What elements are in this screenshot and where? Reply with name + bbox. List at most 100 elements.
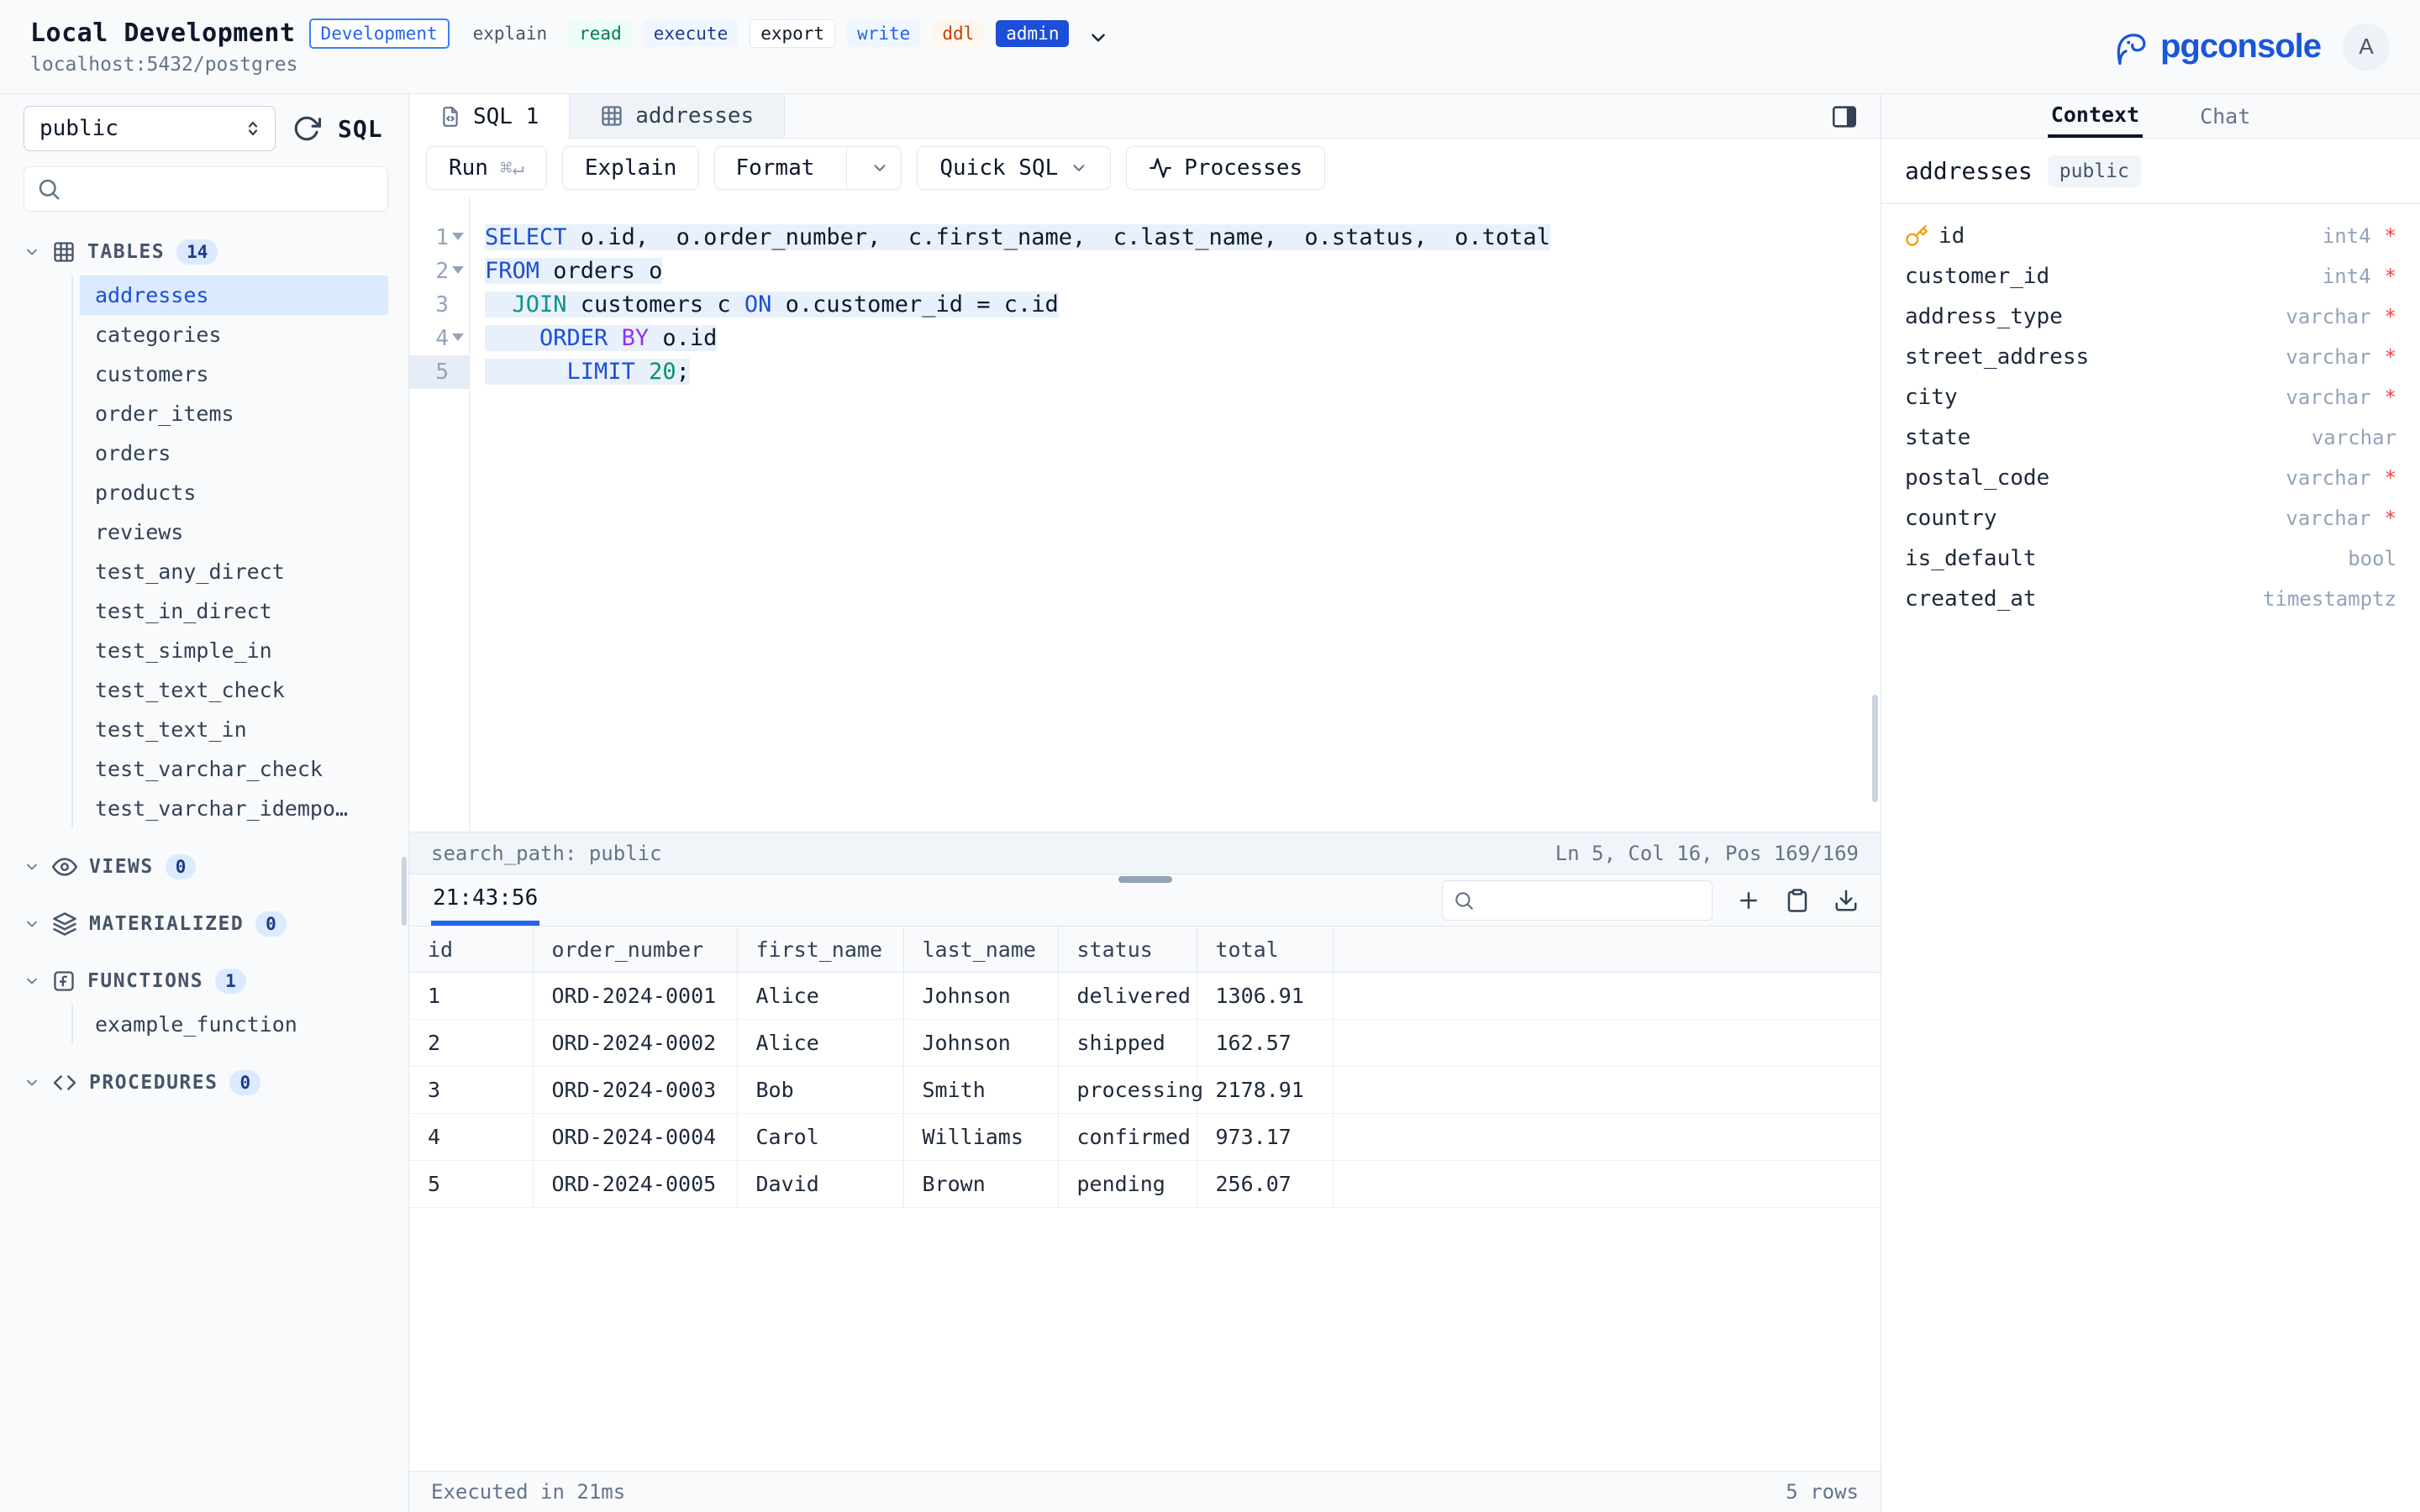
permission-badge-admin[interactable]: admin xyxy=(996,20,1069,47)
cell[interactable]: 256.07 xyxy=(1197,1161,1333,1208)
sidebar-item-test_varchar_idempo…[interactable]: test_varchar_idempo… xyxy=(80,789,388,828)
run-button[interactable]: Run ⌘↵ xyxy=(426,146,547,190)
user-avatar[interactable]: A xyxy=(2343,24,2390,71)
fold-marker-icon[interactable] xyxy=(452,233,464,240)
permission-badge-write[interactable]: write xyxy=(847,20,920,47)
table-row[interactable]: 4ORD-2024-0004CarolWilliamsconfirmed973.… xyxy=(409,1114,1881,1161)
results-search-input[interactable] xyxy=(1481,889,1739,912)
refresh-icon[interactable] xyxy=(292,114,321,143)
sidebar-search-input[interactable] xyxy=(70,177,376,202)
context-column-city[interactable]: cityvarchar* xyxy=(1905,377,2396,417)
schema-select[interactable]: public xyxy=(24,106,276,151)
editor-code[interactable]: SELECT o.id, o.order_number, c.first_nam… xyxy=(470,197,1881,832)
format-chevron-icon[interactable] xyxy=(859,159,901,177)
sidebar-item-test_varchar_check[interactable]: test_varchar_check xyxy=(80,749,388,789)
section-header-materialized[interactable]: MATERIALIZED0 xyxy=(24,906,388,942)
cell[interactable]: shipped xyxy=(1058,1020,1197,1067)
context-column-is_default[interactable]: is_defaultbool xyxy=(1905,538,2396,579)
toggle-right-panel-icon[interactable] xyxy=(1830,102,1859,131)
sidebar-item-test_text_in[interactable]: test_text_in xyxy=(80,710,388,749)
sidebar-item-test_text_check[interactable]: test_text_check xyxy=(80,670,388,710)
context-column-state[interactable]: statevarchar xyxy=(1905,417,2396,458)
cell[interactable]: 162.57 xyxy=(1197,1020,1333,1067)
context-column-country[interactable]: countryvarchar* xyxy=(1905,498,2396,538)
cell[interactable]: ORD-2024-0001 xyxy=(533,973,737,1020)
cell[interactable]: ORD-2024-0002 xyxy=(533,1020,737,1067)
result-time-tab[interactable]: 21:43:56 xyxy=(431,874,539,926)
section-header-views[interactable]: VIEWS0 xyxy=(24,848,388,885)
cell[interactable]: Johnson xyxy=(903,1020,1058,1067)
cell[interactable]: Williams xyxy=(903,1114,1058,1161)
sidebar-item-customers[interactable]: customers xyxy=(80,354,388,394)
cell[interactable]: ORD-2024-0004 xyxy=(533,1114,737,1161)
sidebar-scrollbar-thumb[interactable] xyxy=(402,857,407,926)
cell[interactable]: 2 xyxy=(409,1020,533,1067)
fold-marker-icon[interactable] xyxy=(452,266,464,274)
permission-badge-read[interactable]: read xyxy=(569,20,632,47)
cell[interactable]: ORD-2024-0003 xyxy=(533,1067,737,1114)
sidebar-item-products[interactable]: products xyxy=(80,473,388,512)
cell[interactable]: Bob xyxy=(737,1067,903,1114)
cell[interactable]: 3 xyxy=(409,1067,533,1114)
processes-button[interactable]: Processes xyxy=(1126,146,1325,190)
download-results-icon[interactable] xyxy=(1833,888,1859,913)
context-tab-context[interactable]: Context xyxy=(2048,94,2143,138)
column-header-total[interactable]: total xyxy=(1197,927,1333,973)
format-button[interactable]: Format xyxy=(714,146,902,190)
cell[interactable]: 973.17 xyxy=(1197,1114,1333,1161)
sidebar-item-reviews[interactable]: reviews xyxy=(80,512,388,552)
sidebar-item-test_any_direct[interactable]: test_any_direct xyxy=(80,552,388,591)
column-header-first_name[interactable]: first_name xyxy=(737,927,903,973)
permission-badge-export[interactable]: export xyxy=(750,19,835,48)
cell[interactable]: processing xyxy=(1058,1067,1197,1114)
cell[interactable]: Carol xyxy=(737,1114,903,1161)
sidebar-item-addresses[interactable]: addresses xyxy=(80,276,388,315)
context-column-id[interactable]: idint4* xyxy=(1905,216,2396,256)
column-header-id[interactable]: id xyxy=(409,927,533,973)
permission-badge-explain[interactable]: explain xyxy=(463,20,558,47)
sidebar-item-order_items[interactable]: order_items xyxy=(80,394,388,433)
cell[interactable]: pending xyxy=(1058,1161,1197,1208)
cell[interactable]: David xyxy=(737,1161,903,1208)
context-column-created_at[interactable]: created_attimestamptz xyxy=(1905,579,2396,619)
cell[interactable]: Brown xyxy=(903,1161,1058,1208)
table-row[interactable]: 1ORD-2024-0001AliceJohnsondelivered1306.… xyxy=(409,973,1881,1020)
cell[interactable]: 4 xyxy=(409,1114,533,1161)
sidebar-item-test_simple_in[interactable]: test_simple_in xyxy=(80,631,388,670)
results-resize-handle[interactable] xyxy=(1118,876,1172,883)
cell[interactable]: delivered xyxy=(1058,973,1197,1020)
cell[interactable]: 5 xyxy=(409,1161,533,1208)
context-tab-chat[interactable]: Chat xyxy=(2196,94,2254,138)
cell[interactable]: Alice xyxy=(737,1020,903,1067)
explain-button[interactable]: Explain xyxy=(562,146,700,190)
cell[interactable]: Johnson xyxy=(903,973,1058,1020)
sidebar-item-test_in_direct[interactable]: test_in_direct xyxy=(80,591,388,631)
permission-badge-execute[interactable]: execute xyxy=(644,20,739,47)
fold-marker-icon[interactable] xyxy=(452,333,464,341)
sidebar-item-orders[interactable]: orders xyxy=(80,433,388,473)
sql-mode-label[interactable]: SQL xyxy=(338,115,383,143)
cell[interactable]: 1 xyxy=(409,973,533,1020)
context-column-customer_id[interactable]: customer_idint4* xyxy=(1905,256,2396,297)
permission-badge-ddl[interactable]: ddl xyxy=(932,20,984,47)
cell[interactable]: confirmed xyxy=(1058,1114,1197,1161)
quick-sql-button[interactable]: Quick SQL xyxy=(917,146,1111,190)
cell[interactable]: ORD-2024-0005 xyxy=(533,1161,737,1208)
column-header-status[interactable]: status xyxy=(1058,927,1197,973)
editor-scrollbar-thumb[interactable] xyxy=(1872,695,1878,802)
cell[interactable]: 1306.91 xyxy=(1197,973,1333,1020)
copy-results-icon[interactable] xyxy=(1785,888,1810,913)
section-header-tables[interactable]: TABLES14 xyxy=(24,234,388,270)
sql-editor[interactable]: 12345 SELECT o.id, o.order_number, c.fir… xyxy=(409,197,1881,832)
table-row[interactable]: 2ORD-2024-0002AliceJohnsonshipped162.57 xyxy=(409,1020,1881,1067)
connection-menu-chevron-icon[interactable] xyxy=(1087,27,1109,49)
column-header-order_number[interactable]: order_number xyxy=(533,927,737,973)
sidebar-item-example_function[interactable]: example_function xyxy=(80,1005,388,1044)
cell[interactable]: 2178.91 xyxy=(1197,1067,1333,1114)
table-row[interactable]: 3ORD-2024-0003BobSmithprocessing2178.91 xyxy=(409,1067,1881,1114)
sidebar-item-categories[interactable]: categories xyxy=(80,315,388,354)
tab-addresses[interactable]: addresses xyxy=(570,94,785,138)
add-result-tab-icon[interactable] xyxy=(1736,888,1761,913)
tab-sql-1[interactable]: SQL 1 xyxy=(409,94,570,139)
cell[interactable]: Smith xyxy=(903,1067,1058,1114)
